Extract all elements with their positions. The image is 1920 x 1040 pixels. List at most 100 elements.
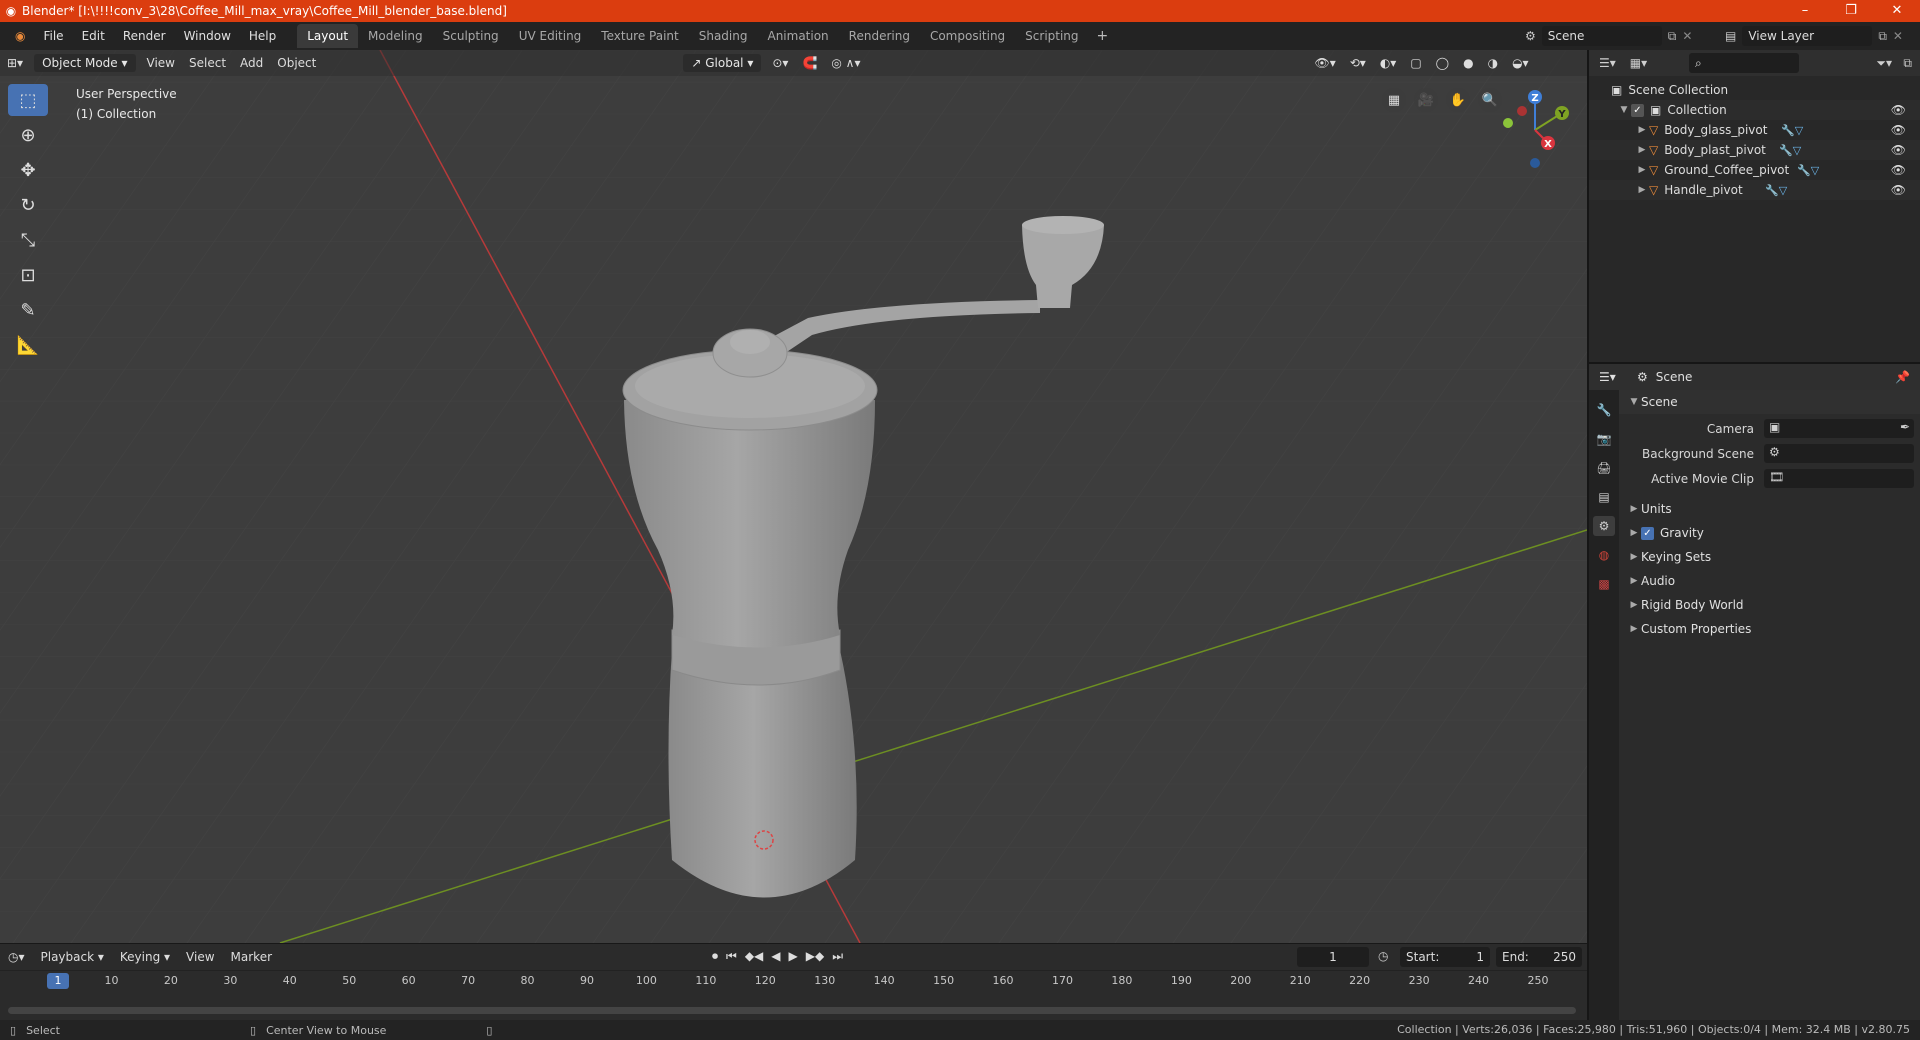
audio-panel[interactable]: ▶ Audio: [1619, 569, 1920, 593]
timeline-scrollbar[interactable]: [8, 1007, 1576, 1014]
scene-tab-icon[interactable]: ⚙: [1593, 516, 1615, 536]
texture-tab-icon[interactable]: ▩: [1593, 574, 1615, 594]
move-icon[interactable]: ✥: [8, 154, 48, 186]
toggle-ortho-icon[interactable]: ▦: [1382, 88, 1406, 112]
play-reverse-icon[interactable]: ◀: [771, 949, 780, 964]
render-tab-icon[interactable]: 📷: [1593, 429, 1615, 449]
snap-icon[interactable]: 🧲: [795, 56, 824, 70]
expand-arrow-icon[interactable]: ▶: [1635, 145, 1649, 155]
close-button[interactable]: ✕: [1874, 0, 1920, 22]
properties-editor-type-icon[interactable]: ☰▾: [1599, 370, 1616, 384]
new-scene-icon[interactable]: ⧉: [1668, 29, 1677, 44]
pivot-icon[interactable]: ⊙▾: [765, 56, 795, 70]
record-icon[interactable]: ⏺: [712, 949, 718, 964]
jump-end-icon[interactable]: ⏭: [832, 949, 843, 964]
viewport-menu-view[interactable]: View: [140, 56, 182, 70]
gravity-panel[interactable]: ▶ ✓ Gravity: [1619, 521, 1920, 545]
clock-icon[interactable]: ◷: [1378, 949, 1388, 963]
outliner-object-row[interactable]: ▶ ▽ Body_plast_pivot 🔧▽ 👁: [1589, 140, 1920, 160]
menu-help[interactable]: Help: [240, 29, 285, 43]
annotate-icon[interactable]: ✎: [8, 294, 48, 326]
play-icon[interactable]: ▶: [789, 949, 798, 964]
eye-icon[interactable]: 👁: [1891, 123, 1906, 137]
shading-rendered-icon[interactable]: ◒▾: [1505, 56, 1536, 70]
start-frame-field[interactable]: Start: 1: [1400, 947, 1490, 967]
panel-collapse-icon[interactable]: ▼: [1627, 397, 1641, 407]
output-tab-icon[interactable]: 🖨: [1593, 458, 1615, 478]
world-tab-icon[interactable]: ◍: [1593, 545, 1615, 565]
delete-view-layer-icon[interactable]: ✕: [1893, 29, 1903, 43]
timeline-menu-view[interactable]: View: [178, 950, 222, 964]
navigation-gizmo[interactable]: Z Y X: [1490, 85, 1580, 175]
overlay-toggle-icon[interactable]: ◐▾: [1373, 56, 1404, 70]
current-frame-marker[interactable]: 1: [47, 973, 69, 989]
tab-texture-paint[interactable]: Texture Paint: [591, 24, 688, 48]
filter-icon[interactable]: ⏷▾: [1876, 56, 1892, 71]
pin-icon[interactable]: 📌: [1895, 370, 1910, 384]
timeline-menu-keying[interactable]: Keying ▾: [112, 950, 178, 964]
shading-material-icon[interactable]: ◑: [1481, 56, 1505, 70]
xray-icon[interactable]: ▢: [1403, 56, 1428, 70]
editor-type-icon[interactable]: ⊞▾: [0, 56, 30, 70]
maximize-button[interactable]: ❐: [1828, 0, 1874, 22]
add-workspace-icon[interactable]: +: [1089, 24, 1117, 48]
eyedropper-icon[interactable]: ✒: [1900, 420, 1910, 434]
modifier-wrench-icon[interactable]: 🔧▽: [1779, 144, 1801, 157]
outliner-object-row[interactable]: ▶ ▽ Body_glass_pivot 🔧▽ 👁: [1589, 120, 1920, 140]
custom-properties-panel[interactable]: ▶ Custom Properties: [1619, 617, 1920, 641]
jump-start-icon[interactable]: ⏮: [726, 949, 737, 964]
scene-selector[interactable]: ⚙ Scene ⧉ ✕: [1525, 25, 1695, 47]
expand-arrow-icon[interactable]: ▶: [1627, 600, 1641, 610]
scene-panel-header[interactable]: ▼ Scene: [1619, 390, 1920, 414]
expand-arrow-icon[interactable]: ▶: [1635, 185, 1649, 195]
camera-field[interactable]: ▣ ✒: [1764, 419, 1914, 438]
tab-sculpting[interactable]: Sculpting: [433, 24, 509, 48]
tab-modeling[interactable]: Modeling: [358, 24, 433, 48]
eye-icon[interactable]: 👁: [1891, 103, 1906, 117]
scale-icon[interactable]: ⤡: [8, 224, 48, 256]
tab-layout[interactable]: Layout: [297, 24, 359, 48]
outliner-object-row[interactable]: ▶ ▽ Ground_Coffee_pivot 🔧▽ 👁: [1589, 160, 1920, 180]
end-frame-field[interactable]: End: 250: [1496, 947, 1582, 967]
scene-name-field[interactable]: Scene: [1541, 26, 1662, 46]
expand-arrow-icon[interactable]: ▶: [1627, 576, 1641, 586]
tab-shading[interactable]: Shading: [689, 24, 758, 48]
measure-icon[interactable]: 📐: [8, 329, 48, 361]
tab-animation[interactable]: Animation: [757, 24, 838, 48]
shading-solid-icon[interactable]: ●: [1456, 56, 1480, 70]
active-movie-clip-field[interactable]: 🎞: [1764, 469, 1914, 488]
new-collection-icon[interactable]: ⧉: [1903, 56, 1912, 71]
current-frame-field[interactable]: 1: [1297, 947, 1369, 967]
scene-collection-row[interactable]: ▣ Scene Collection: [1589, 80, 1920, 100]
shading-wireframe-icon[interactable]: ◯: [1429, 56, 1456, 70]
modifier-wrench-icon[interactable]: 🔧▽: [1797, 164, 1819, 177]
gravity-checkbox[interactable]: ✓: [1641, 526, 1654, 540]
3d-viewport[interactable]: ⊞▾ Object Mode ▾ View Select Add Object …: [0, 50, 1587, 943]
mode-dropdown[interactable]: Object Mode ▾: [34, 54, 136, 72]
minimize-button[interactable]: –: [1782, 0, 1828, 22]
transform-orientation-dropdown[interactable]: ↗ Global ▾: [683, 54, 762, 72]
outliner-search-input[interactable]: ⌕: [1689, 53, 1799, 73]
select-box-icon[interactable]: ⬚: [8, 84, 48, 116]
next-keyframe-icon[interactable]: ▶◆: [806, 949, 824, 964]
background-scene-field[interactable]: ⚙: [1764, 444, 1914, 463]
expand-arrow-icon[interactable]: ▶: [1635, 165, 1649, 175]
modifier-wrench-icon[interactable]: 🔧▽: [1765, 184, 1787, 197]
display-mode-icon[interactable]: ▦▾: [1630, 56, 1647, 70]
view-layer-tab-icon[interactable]: ▤: [1593, 487, 1615, 507]
outliner-object-row[interactable]: ▶ ▽ Handle_pivot 🔧▽ 👁: [1589, 180, 1920, 200]
expand-arrow-icon[interactable]: ▶: [1627, 528, 1641, 538]
menu-file[interactable]: File: [34, 29, 72, 43]
view-layer-name-field[interactable]: View Layer: [1742, 26, 1873, 46]
viewport-menu-object[interactable]: Object: [270, 56, 323, 70]
keying-sets-panel[interactable]: ▶ Keying Sets: [1619, 545, 1920, 569]
collection-row[interactable]: ▼ ✓ ▣ Collection 👁: [1589, 100, 1920, 120]
rigid-body-world-panel[interactable]: ▶ Rigid Body World: [1619, 593, 1920, 617]
menu-render[interactable]: Render: [114, 29, 175, 43]
tool-tab-icon[interactable]: 🔧: [1593, 400, 1615, 420]
collection-checkbox[interactable]: ✓: [1631, 103, 1644, 117]
viewport-menu-add[interactable]: Add: [233, 56, 270, 70]
units-panel[interactable]: ▶ Units: [1619, 497, 1920, 521]
new-view-layer-icon[interactable]: ⧉: [1878, 29, 1887, 44]
outliner-editor-type-icon[interactable]: ☰▾: [1599, 56, 1616, 70]
